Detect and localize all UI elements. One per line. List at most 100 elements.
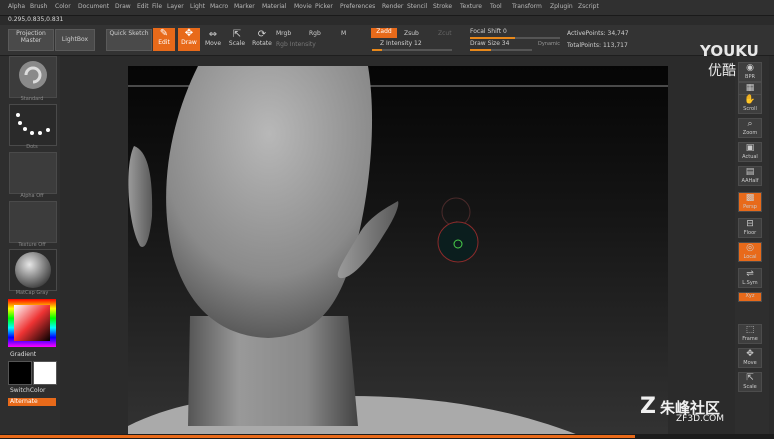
m-button[interactable]: M [341, 30, 346, 37]
dynamic-button[interactable]: Dynamic [538, 41, 560, 47]
right-shelf-floor[interactable]: ⊟ Floor [738, 218, 762, 238]
brush-label: Standard [20, 96, 44, 102]
right-shelf-label: Zoom [742, 130, 758, 136]
right-shelf-label: BPR [745, 74, 755, 80]
menu-item-document[interactable]: Document [78, 3, 109, 10]
rgb-button[interactable]: Rgb [309, 30, 321, 37]
brush-thumbnail[interactable] [9, 56, 57, 98]
alternate-button[interactable]: Alternate [8, 398, 56, 406]
secondary-color-swatch[interactable] [33, 361, 57, 385]
menu-item-color[interactable]: Color [55, 3, 71, 10]
menu-item-marker[interactable]: Marker [234, 3, 255, 10]
right-shelf-label: Scale [743, 384, 757, 390]
lsym-icon: ⇌ [746, 269, 754, 279]
menu-item-layer[interactable]: Layer [167, 3, 184, 10]
right-shelf-label: Xyz [745, 293, 755, 299]
primary-color-swatch[interactable] [8, 361, 32, 385]
total-points-readout: TotalPoints: 113,717 [567, 42, 628, 49]
active-points-readout: ActivePoints: 34,747 [567, 30, 629, 37]
focal-shift-slider[interactable] [470, 37, 560, 39]
move-icon: ⇔ [208, 29, 218, 40]
menu-item-stroke[interactable]: Stroke [433, 3, 452, 10]
right-shelf-scale[interactable]: ⇱ Scale [738, 372, 762, 392]
menu-item-brush[interactable]: Brush [30, 3, 47, 10]
coordinate-readout: 0.295,0.835,0.831 [8, 16, 64, 23]
dots-stroke-icon [16, 113, 50, 135]
menu-item-alpha[interactable]: Alpha [8, 3, 25, 10]
matcap-sphere-icon [15, 252, 51, 288]
material-thumbnail[interactable] [9, 249, 57, 291]
menu-item-macro[interactable]: Macro [210, 3, 228, 10]
scale-icon: ⇱ [232, 29, 242, 40]
draw-size-fill [470, 49, 492, 51]
z-intensity-slider[interactable] [372, 49, 452, 51]
color-picker[interactable] [8, 299, 56, 347]
menu-item-preferences[interactable]: Preferences [340, 3, 375, 10]
menu-item-transform[interactable]: Transform [512, 3, 542, 10]
menu-item-picker[interactable]: Picker [315, 3, 333, 10]
zadd-button[interactable]: Zadd [371, 28, 397, 38]
menu-item-texture[interactable]: Texture [460, 3, 482, 10]
draw-size-slider[interactable] [470, 49, 532, 51]
canvas-viewport[interactable] [128, 66, 668, 439]
quick-sketch-button[interactable]: Quick Sketch [106, 29, 152, 51]
mrgb-button[interactable]: Mrgb [276, 30, 291, 37]
timeline-bar[interactable] [0, 434, 774, 439]
alpha-label: Alpha Off [20, 193, 44, 199]
lightbox-button[interactable]: LightBox [55, 29, 95, 51]
alpha-thumbnail[interactable] [9, 152, 57, 194]
right-shelf-persp[interactable]: ▩ Persp [738, 192, 762, 212]
menu-item-zscript[interactable]: Zscript [578, 3, 599, 10]
menu-item-zplugin[interactable]: Zplugin [550, 3, 573, 10]
menu-item-tool[interactable]: Tool [490, 3, 502, 10]
right-shelf-zoom[interactable]: ⌕ Zoom [738, 118, 762, 138]
material-label: MatCap Gray [15, 290, 49, 296]
menu-item-light[interactable]: Light [190, 3, 205, 10]
actual-icon: ▣ [745, 143, 755, 153]
zsub-button[interactable]: Zsub [404, 30, 419, 37]
stroke-thumbnail[interactable] [9, 104, 57, 146]
menu-item-render[interactable]: Render [382, 3, 403, 10]
right-shelf-label: Actual [742, 154, 758, 160]
zcut-button[interactable]: Zcut [438, 30, 452, 37]
right-shelf-label: Persp [743, 204, 757, 210]
rotate-button[interactable]: ⟳ Rotate [251, 29, 273, 51]
right-shelf-label: Floor [743, 230, 757, 236]
menu-item-file[interactable]: File [152, 3, 162, 10]
projection-master-button[interactable]: Projection Master [8, 29, 54, 51]
gradient-label: Gradient [10, 351, 37, 358]
right-shelf-actual[interactable]: ▣ Actual [738, 142, 762, 162]
frame-icon: ⬚ [745, 325, 755, 335]
floor-icon: ⊟ [746, 219, 754, 229]
spix-icon: ▦ [745, 83, 755, 93]
menu-item-edit[interactable]: Edit [137, 3, 149, 10]
focal-shift-fill [470, 37, 515, 39]
right-shelf-aahalf[interactable]: ▤ AAHalf [738, 166, 762, 186]
menu-item-draw[interactable]: Draw [115, 3, 131, 10]
watermark-z-icon: Z [640, 394, 656, 419]
right-shelf-label: Local [743, 254, 757, 260]
rgb-intensity-slider[interactable]: Rgb Intensity [276, 41, 316, 48]
texture-thumbnail[interactable] [9, 201, 57, 243]
switch-color-button[interactable]: SwitchColor [10, 387, 46, 394]
edit-button[interactable]: ✎ Edit [153, 28, 175, 51]
right-shelf-move[interactable]: ✥ Move [738, 348, 762, 368]
right-shelf-xyz[interactable]: Xyz [738, 292, 762, 302]
move-button[interactable]: ⇔ Move [203, 29, 223, 51]
menu-item-material[interactable]: Material [262, 3, 286, 10]
stroke-label: Dots [26, 144, 38, 150]
right-shelf-scroll[interactable]: ✋ Scroll [738, 94, 762, 114]
draw-size-label: Draw Size 34 [470, 40, 510, 47]
right-shelf-lsym[interactable]: ⇌ L.Sym [738, 268, 762, 288]
scale-button[interactable]: ⇱ Scale [227, 29, 247, 51]
menu-item-movie[interactable]: Movie [294, 3, 312, 10]
z-intensity-fill [372, 49, 382, 51]
menu-item-stencil[interactable]: Stencil [407, 3, 427, 10]
right-shelf-frame[interactable]: ⬚ Frame [738, 324, 762, 344]
right-shelf-bpr[interactable]: ◉ BPR [738, 62, 762, 82]
right-shelf-local[interactable]: ◎ Local [738, 242, 762, 262]
menu-bar: Alpha Brush Color Document Draw Edit File Layer… [0, 0, 774, 16]
z-intensity-label: Z Intensity 12 [380, 40, 422, 47]
right-shelf-label: L.Sym [742, 280, 758, 286]
draw-button[interactable]: ✥ Draw [178, 28, 200, 51]
